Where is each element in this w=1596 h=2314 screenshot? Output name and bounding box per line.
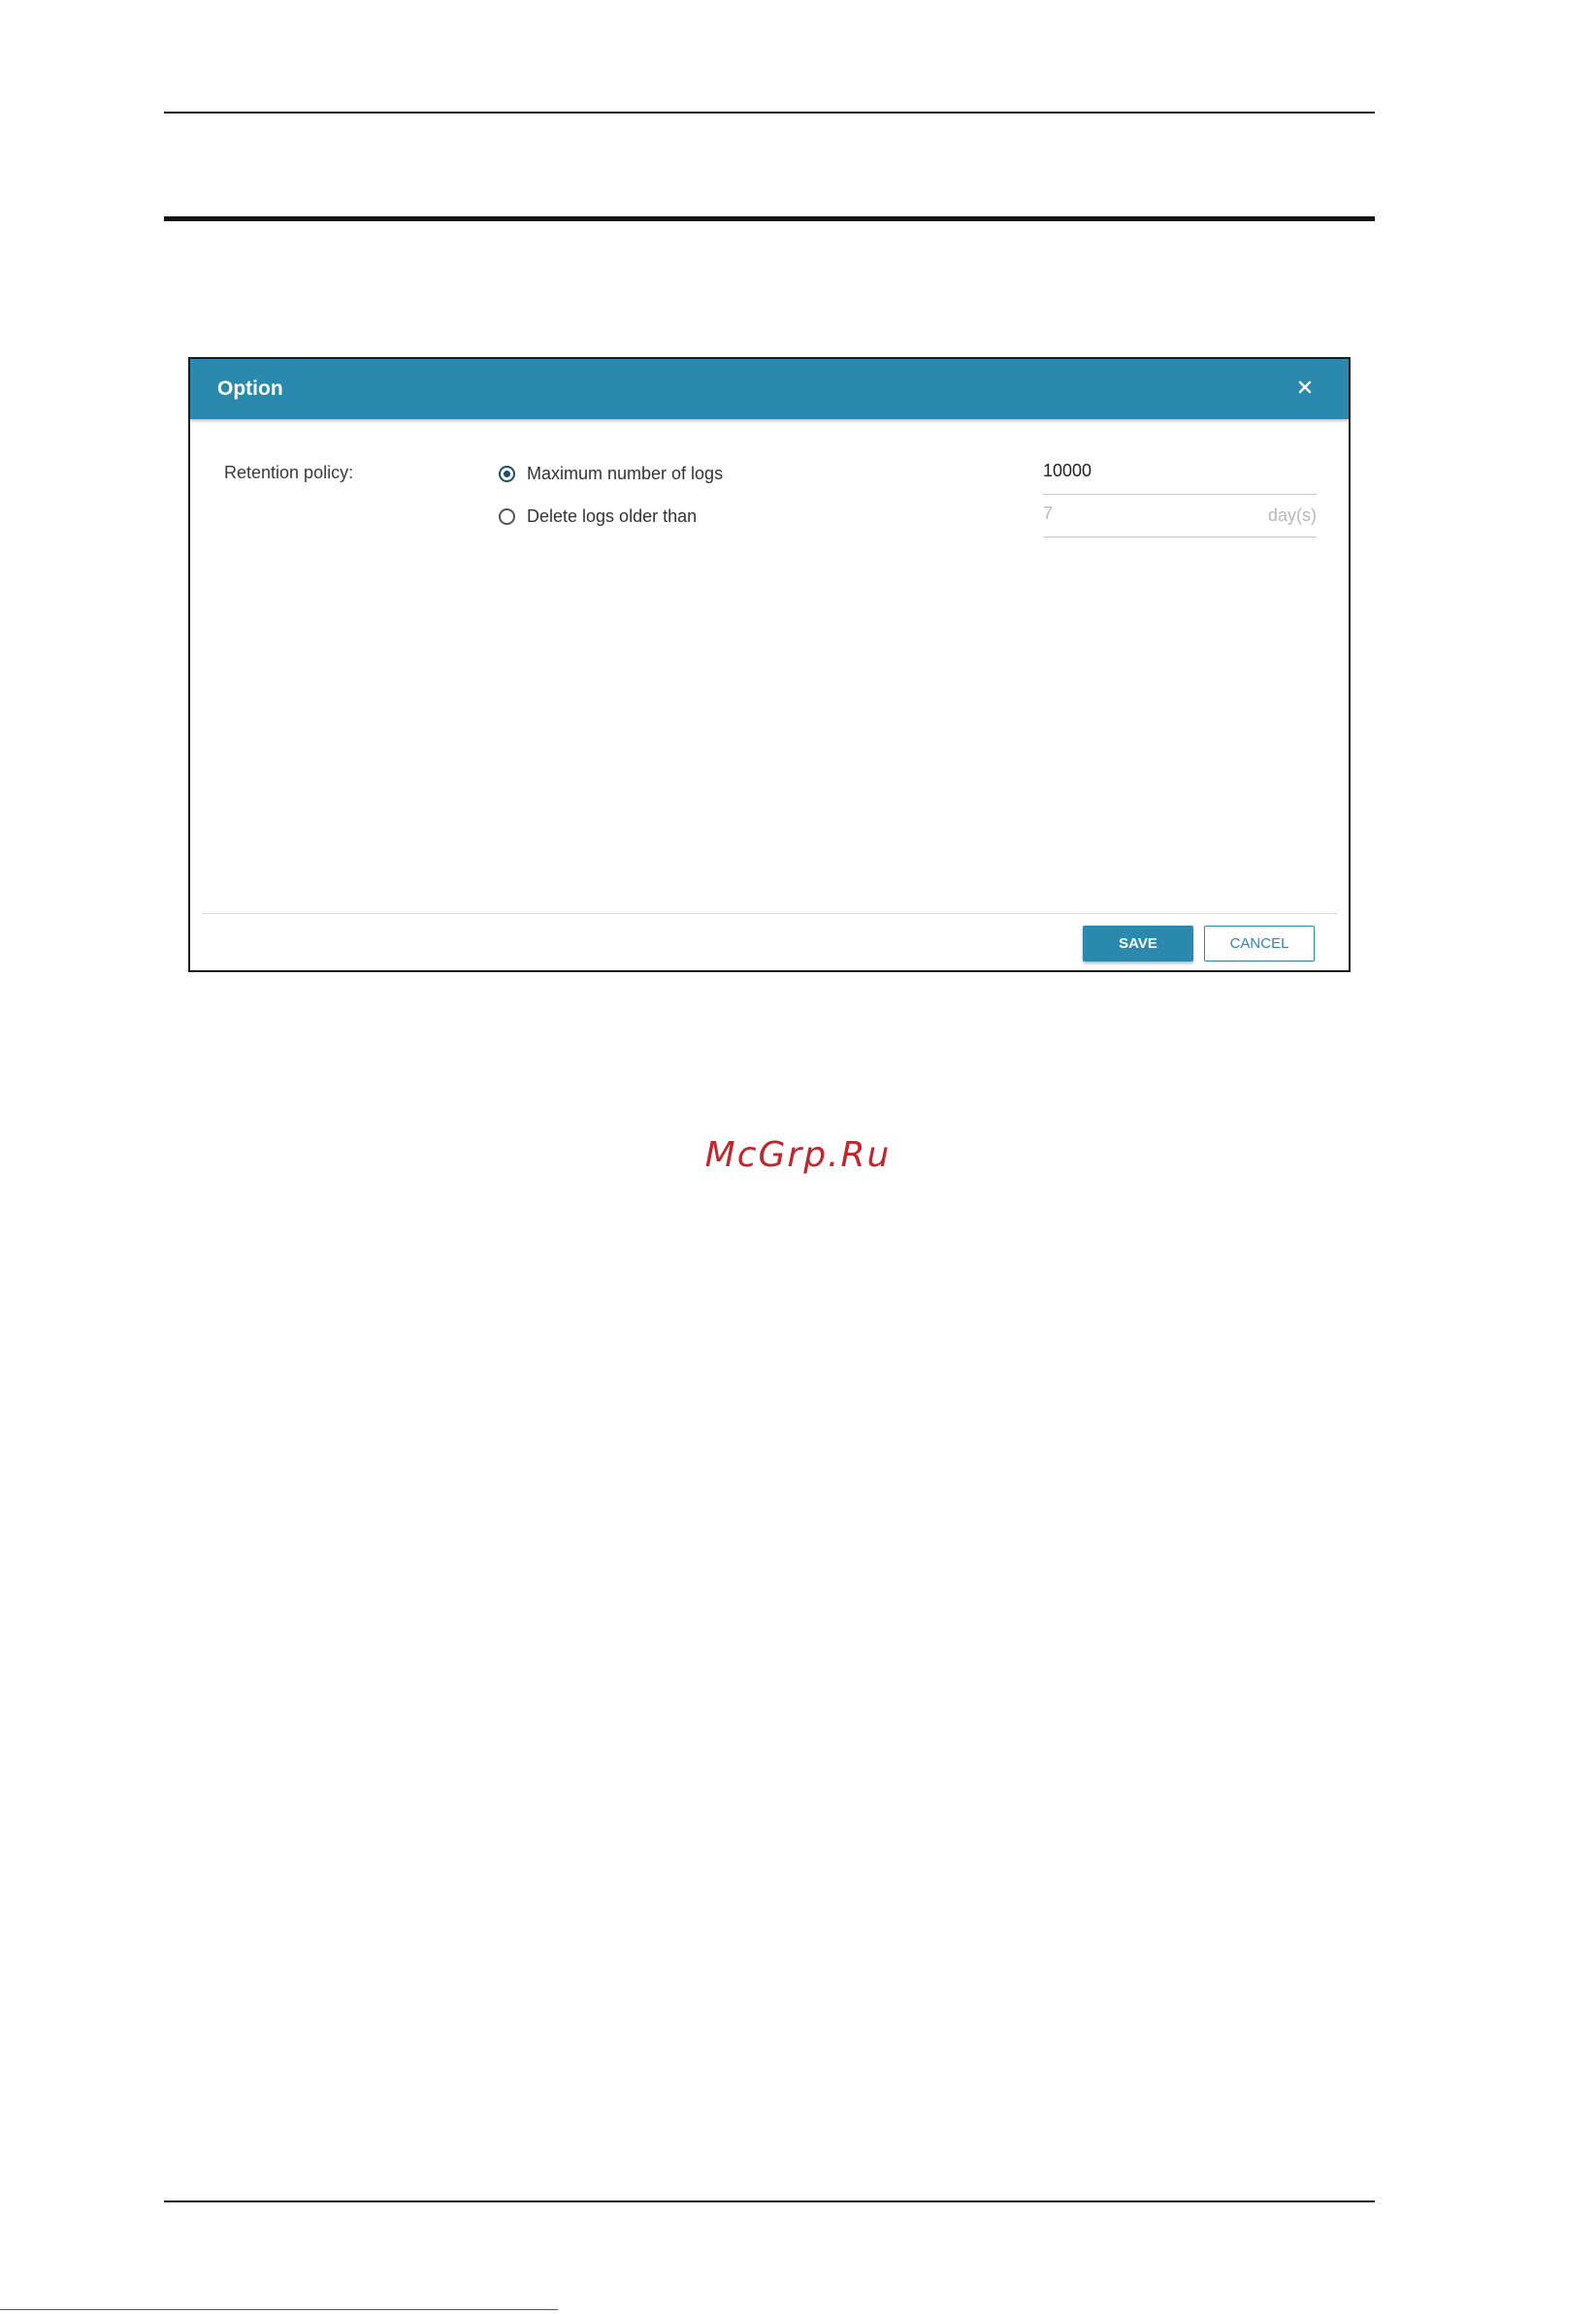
- dialog-title: Option: [217, 377, 283, 400]
- watermark-text: McGrp.Ru: [704, 1135, 892, 1175]
- radio-delete-older[interactable]: Delete logs older than: [499, 505, 697, 528]
- dialog-footer-divider: [202, 913, 1337, 914]
- radio-delete-older-label: Delete logs older than: [527, 505, 698, 526]
- radio-button-delete-older[interactable]: [499, 507, 515, 525]
- dialog-header: Option: [190, 359, 1349, 419]
- days-unit: day(s): [1267, 505, 1317, 525]
- option-dialog: Option Retention policy: Maximum number …: [188, 357, 1351, 972]
- close-icon: [1290, 373, 1319, 402]
- save-button[interactable]: SAVE: [1083, 926, 1193, 961]
- days-field: day(s): [1043, 497, 1317, 538]
- top-rule-thick: [164, 216, 1375, 221]
- bottom-rule: [164, 2200, 1375, 2202]
- cancel-button[interactable]: CANCEL: [1204, 926, 1315, 961]
- max-logs-field: [1043, 454, 1317, 495]
- top-rule-thin: [164, 112, 1375, 114]
- footer-rule: [0, 2309, 558, 2310]
- radio-button-max-logs[interactable]: [499, 465, 515, 482]
- retention-policy-label: Retention policy:: [224, 463, 354, 482]
- days-input[interactable]: [1043, 504, 1237, 524]
- max-logs-input[interactable]: [1043, 461, 1237, 481]
- close-button[interactable]: [1290, 373, 1319, 402]
- radio-max-logs-label: Maximum number of logs: [527, 463, 724, 483]
- radio-max-logs[interactable]: Maximum number of logs: [499, 462, 723, 485]
